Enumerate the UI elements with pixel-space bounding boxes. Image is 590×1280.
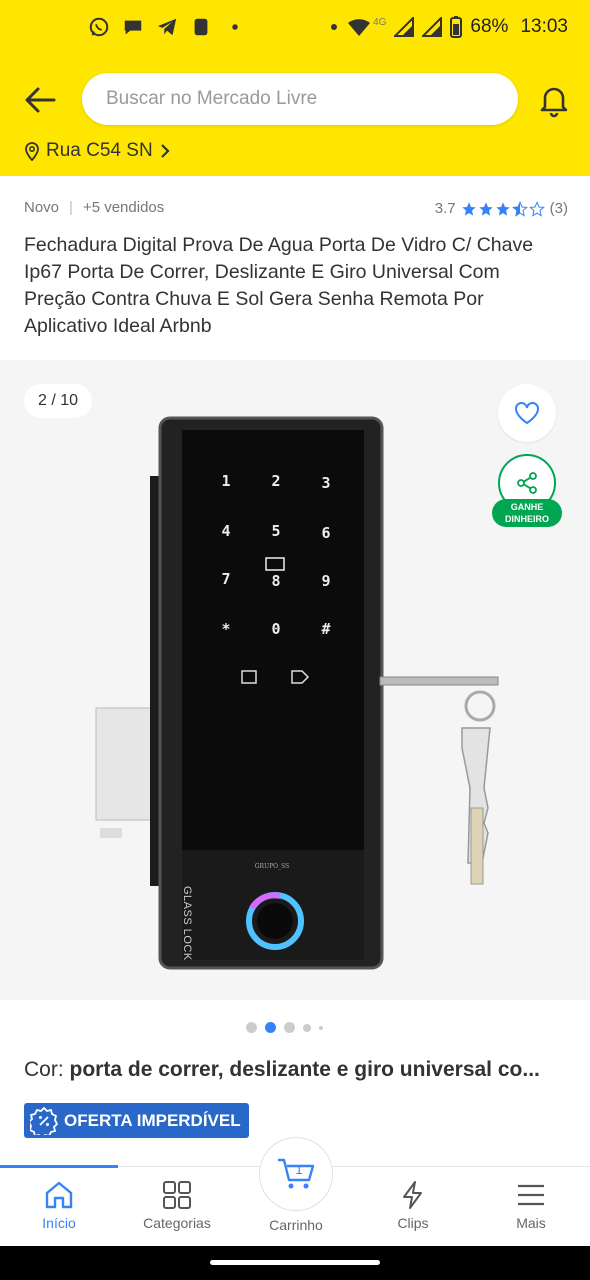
nav-label: Carrinho xyxy=(269,1217,323,1233)
pagination-dot xyxy=(319,1025,323,1030)
meta-divider: | xyxy=(69,199,73,216)
star-full-icon xyxy=(495,201,510,216)
app-screen: 4G 68% 13:03 Rua C54 SN Novo | +5 vendid… xyxy=(0,0,590,1246)
nav-label: Clips xyxy=(397,1215,429,1231)
keypad-key: 4 xyxy=(221,522,230,540)
whatsapp-icon xyxy=(89,17,109,37)
watermark-text: GRUPO_SS xyxy=(255,863,289,870)
share-icon xyxy=(517,472,537,494)
color-label: Cor: xyxy=(24,1058,64,1081)
notification-icons xyxy=(88,16,246,38)
nav-item-cart[interactable]: 1 xyxy=(259,1137,333,1211)
color-value: porta de correr, deslizante e giro unive… xyxy=(69,1058,540,1081)
keypad-key: # xyxy=(321,620,330,638)
network-type: 4G xyxy=(373,16,387,28)
search-bar[interactable] xyxy=(82,73,518,125)
latch-tab xyxy=(100,828,122,838)
latch-plate xyxy=(95,707,157,821)
discount-seal-icon xyxy=(30,1106,58,1135)
menu-icon xyxy=(518,1184,544,1206)
star-full-icon xyxy=(478,201,493,216)
color-selector[interactable]: Cor: porta de correr, deslizante e giro … xyxy=(24,1058,564,1082)
nav-label: Mais xyxy=(516,1215,546,1231)
keypad-key: 3 xyxy=(321,474,330,492)
heart-icon xyxy=(515,402,539,425)
lock-bolt xyxy=(379,676,499,686)
key-ring xyxy=(464,690,496,722)
rating-value: 3.7 xyxy=(434,200,456,217)
clock: 13:03 xyxy=(520,16,568,37)
dot-icon xyxy=(331,24,338,30)
lightning-icon xyxy=(403,1181,422,1209)
telegram-icon xyxy=(157,18,177,36)
condition-label: Novo xyxy=(24,199,60,216)
key-blade xyxy=(470,807,484,885)
keypad-key: 1 xyxy=(221,472,230,490)
cart-count: 1 xyxy=(295,1162,302,1177)
pagination-dot-active xyxy=(265,1022,276,1033)
touch-panel xyxy=(182,430,364,850)
offer-badge: OFERTA IMPERDÍVEL xyxy=(24,1103,249,1138)
product-info: Novo | +5 vendidos 3.7 (3) Fechadura Dig… xyxy=(0,176,590,360)
pagination-dot xyxy=(246,1022,257,1033)
chevron-right-icon xyxy=(160,144,170,158)
pagination-dot xyxy=(303,1023,311,1032)
keypad-key: 8 xyxy=(271,572,280,590)
product-title: Fechadura Digital Prova De Agua Porta De… xyxy=(24,234,534,337)
product-gallery[interactable]: 2 / 10 GANHE DINHEIRO 1 2 3 4 5 6 7 8 9 … xyxy=(0,360,590,1000)
bottom-nav: Início Categorias 1 Carrinho Clips Mais xyxy=(0,1137,590,1246)
nav-label: Início xyxy=(42,1215,76,1231)
keypad-key: 5 xyxy=(271,522,280,540)
bell-icon[interactable] xyxy=(536,82,572,118)
status-bar: 4G 68% 13:03 xyxy=(0,0,590,58)
system-status: 4G 68% 13:03 xyxy=(329,16,568,38)
pagination-dot xyxy=(284,1022,295,1033)
star-full-icon xyxy=(461,201,476,216)
nav-item-home[interactable]: Início xyxy=(0,1167,118,1246)
gallery-pagination xyxy=(246,1022,323,1033)
grid-icon xyxy=(163,1181,191,1209)
sold-count: +5 vendidos xyxy=(82,199,165,216)
nav-item-more[interactable]: Mais xyxy=(472,1167,590,1246)
system-navigation-bar xyxy=(0,1246,590,1280)
home-gesture-pill[interactable] xyxy=(210,1260,380,1265)
home-icon xyxy=(45,1181,73,1209)
battery-level: 68% xyxy=(470,16,509,37)
offer-text: OFERTA IMPERDÍVEL xyxy=(64,1110,241,1130)
review-count: (3) xyxy=(549,200,568,217)
delivery-address[interactable]: Rua C54 SN xyxy=(24,140,171,162)
keypad-key: 0 xyxy=(271,620,280,638)
address-text: Rua C54 SN xyxy=(46,140,153,161)
signal-icon xyxy=(394,17,415,37)
keypad-key: 2 xyxy=(271,472,280,490)
nav-label: Categorias xyxy=(143,1215,211,1231)
chat-icon xyxy=(124,20,142,35)
star-empty-icon xyxy=(528,200,545,217)
mercado-app-icon xyxy=(194,18,208,36)
back-arrow-icon[interactable] xyxy=(20,80,60,120)
battery-icon xyxy=(450,16,463,38)
brand-text: GLASS LOCK xyxy=(181,886,193,961)
image-counter: 2 / 10 xyxy=(24,384,93,418)
dot-icon xyxy=(232,24,238,30)
search-input[interactable] xyxy=(82,73,518,125)
cart-icon: 1 xyxy=(278,1158,315,1189)
keypad-key: 9 xyxy=(321,572,330,590)
location-pin-icon xyxy=(25,142,39,161)
app-header: Rua C54 SN xyxy=(0,58,590,176)
wifi-icon xyxy=(348,19,371,36)
rating-summary[interactable]: 3.7 (3) xyxy=(435,200,568,217)
rating-stars xyxy=(461,200,545,217)
nav-item-clips[interactable]: Clips xyxy=(354,1167,472,1246)
keypad-key: * xyxy=(221,620,230,638)
star-half-icon xyxy=(511,200,528,217)
product-meta: Novo | +5 vendidos xyxy=(24,199,164,216)
signal-icon-2 xyxy=(422,17,443,37)
keypad-key: 6 xyxy=(321,524,330,542)
product-image: 1 2 3 4 5 6 7 8 9 * 0 # GRUPO_SS GLASS L… xyxy=(95,416,499,970)
keypad-key: 7 xyxy=(221,570,230,588)
nav-item-categories[interactable]: Categorias xyxy=(118,1167,236,1246)
